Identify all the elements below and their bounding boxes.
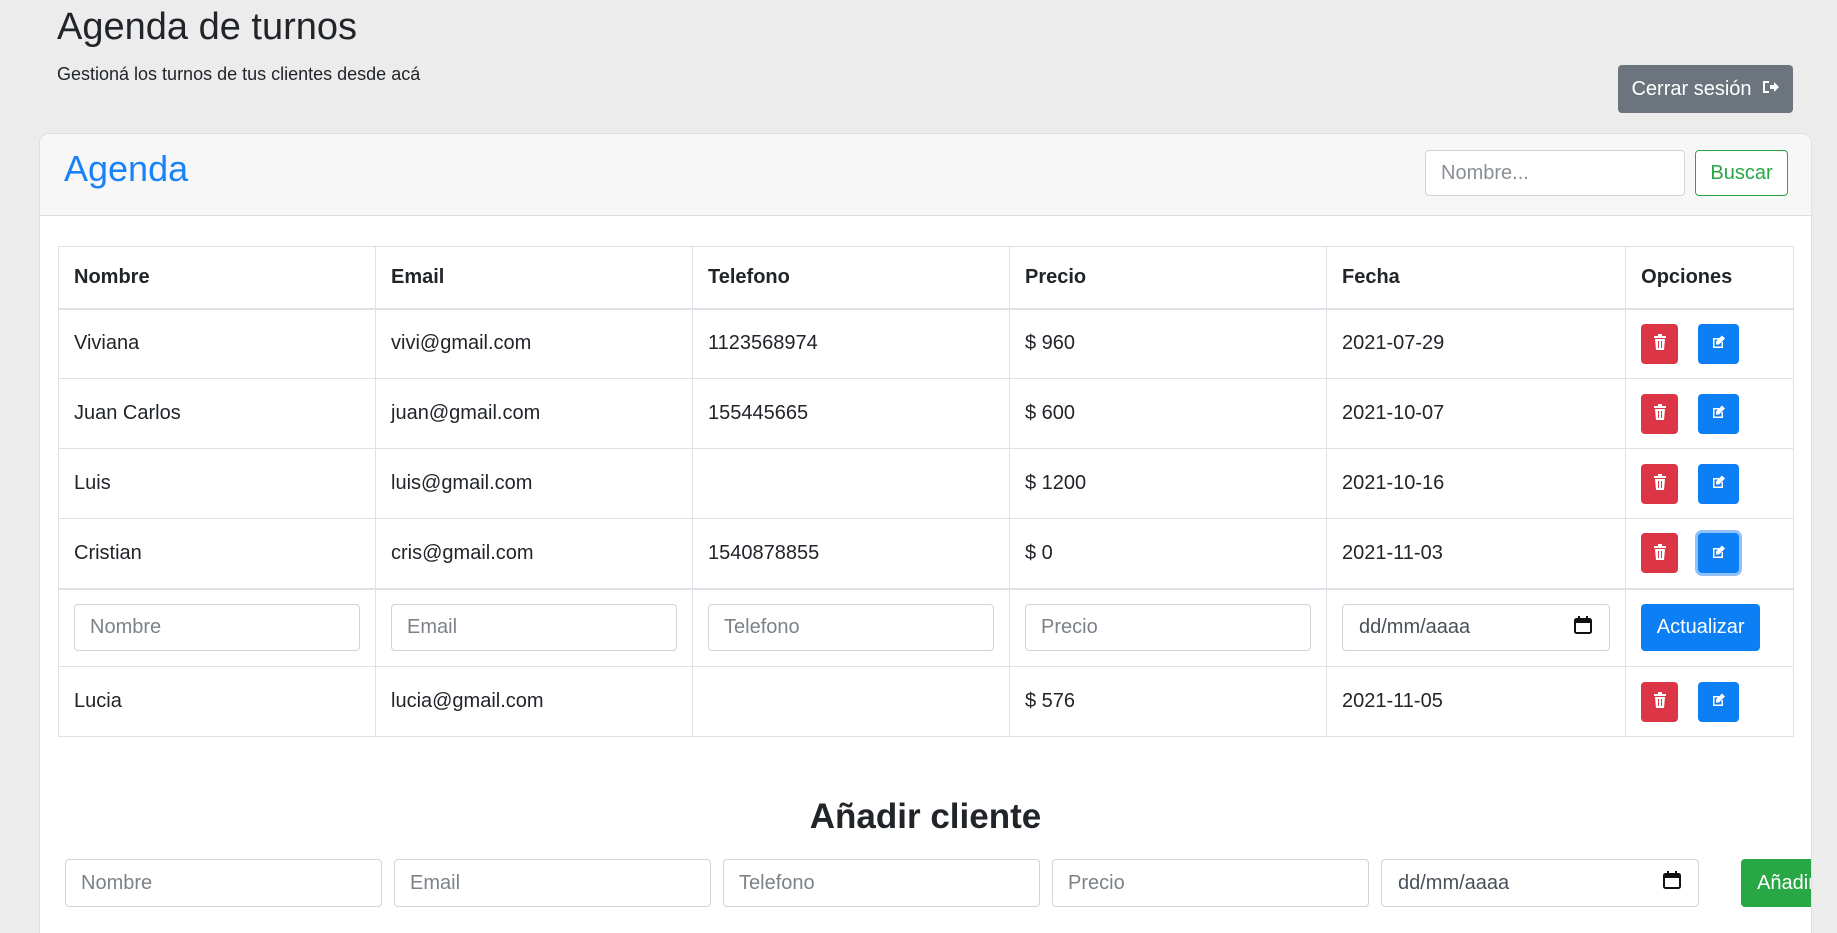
edit-icon [1711,334,1727,353]
add-client-title: Añadir cliente [809,797,1042,836]
add-precio-input[interactable] [1052,859,1369,907]
edit-row: dd/mm/aaaa Actualizar [58,587,1794,667]
column-header-precio: Precio [1009,246,1327,310]
cell-opciones [1625,448,1794,519]
delete-button[interactable] [1641,681,1679,722]
edit-cell-nombre [58,587,376,667]
table-row: Lucia lucia@gmail.com $ 576 2021-11-05 [58,666,1794,737]
cell-precio: $ 600 [1009,378,1327,449]
add-nombre-input[interactable] [65,859,382,907]
edit-icon [1711,692,1727,711]
cell-precio: $ 1200 [1009,448,1327,519]
edit-icon [1711,404,1727,423]
cell-nombre: Juan Carlos [58,378,376,449]
edit-button[interactable] [1698,463,1740,504]
cell-nombre: Luis [58,448,376,519]
column-header-fecha: Fecha [1325,246,1627,310]
search-input[interactable] [1425,150,1685,196]
delete-button[interactable] [1641,533,1679,574]
cell-email: luis@gmail.com [375,448,693,519]
edit-cell-telefono [692,587,1010,667]
cell-fecha: 2021-11-03 [1325,518,1627,589]
cell-email: vivi@gmail.com [375,308,693,379]
cell-precio: $ 576 [1009,666,1327,737]
cell-telefono [692,666,1010,737]
column-header-telefono: Telefono [692,246,1010,310]
table-row: Cristian cris@gmail.com 1540878855 $ 0 2… [58,518,1794,589]
edit-cell-email [375,587,693,667]
cell-email: juan@gmail.com [375,378,693,449]
card-header: Agenda Buscar [40,134,1811,216]
card-title: Agenda [64,148,189,189]
cell-telefono: 1123568974 [692,308,1010,379]
cell-precio: $ 960 [1009,308,1327,379]
edit-cell-fecha: dd/mm/aaaa [1325,587,1627,667]
cell-email: cris@gmail.com [375,518,693,589]
cell-opciones [1625,518,1794,589]
edit-icon [1711,474,1727,493]
delete-button[interactable] [1641,463,1679,504]
table-row: Viviana vivi@gmail.com 1123568974 $ 960 … [58,308,1794,379]
date-placeholder: dd/mm/aaaa [1398,871,1510,894]
column-header-email: Email [375,246,693,310]
agenda-table: Nombre Email Telefono Precio Fecha Opcio… [58,246,1794,737]
calendar-icon[interactable] [1662,870,1682,896]
edit-icon [1711,544,1727,563]
edit-button[interactable] [1698,393,1740,434]
cell-telefono: 1540878855 [692,518,1010,589]
table-row: Luis luis@gmail.com $ 1200 2021-10-16 [58,448,1794,519]
edit-button[interactable] [1698,533,1740,574]
cell-fecha: 2021-11-05 [1325,666,1627,737]
agenda-card: Agenda Buscar Nombre Email Telefono Prec… [39,133,1812,933]
trash-icon [1653,474,1667,493]
edit-date-input[interactable]: dd/mm/aaaa [1342,604,1611,652]
add-email-input[interactable] [394,859,711,907]
edit-cell-precio [1009,587,1327,667]
add-telefono-input[interactable] [723,859,1040,907]
cell-email: lucia@gmail.com [375,666,693,737]
edit-email-input[interactable] [391,604,677,652]
trash-icon [1653,692,1667,711]
trash-icon [1653,543,1667,563]
logout-button[interactable]: Cerrar sesión [1618,65,1793,113]
page-title: Agenda de turnos [57,6,358,48]
edit-telefono-input[interactable] [708,604,994,652]
cell-opciones [1625,308,1794,379]
edit-precio-input[interactable] [1025,604,1311,652]
cell-telefono [692,448,1010,519]
column-header-opciones: Opciones [1625,246,1794,310]
cell-precio: $ 0 [1009,518,1327,589]
cell-fecha: 2021-10-16 [1325,448,1627,519]
edit-cell-opciones: Actualizar [1625,587,1794,667]
sign-out-icon [1762,78,1780,101]
cell-fecha: 2021-07-29 [1325,308,1627,379]
cell-opciones [1625,378,1794,449]
logout-label: Cerrar sesión [1631,77,1752,100]
add-date-input[interactable]: dd/mm/aaaa [1381,859,1699,907]
edit-nombre-input[interactable] [74,604,360,652]
calendar-icon[interactable] [1573,615,1593,641]
delete-button[interactable] [1641,323,1679,364]
search-button[interactable]: Buscar [1695,150,1788,196]
trash-icon [1653,404,1667,423]
cell-nombre: Cristian [58,518,376,589]
edit-button[interactable] [1698,323,1740,364]
edit-button[interactable] [1698,681,1740,722]
table-header-row: Nombre Email Telefono Precio Fecha Opcio… [58,246,1794,310]
add-button[interactable]: Añadir [1741,859,1811,907]
cell-opciones [1625,666,1794,737]
cell-nombre: Lucia [58,666,376,737]
page-subtitle: Gestioná los turnos de tus clientes desd… [57,64,421,84]
table-row: Juan Carlos juan@gmail.com 155445665 $ 6… [58,378,1794,449]
date-placeholder: dd/mm/aaaa [1359,616,1471,639]
cell-fecha: 2021-10-07 [1325,378,1627,449]
column-header-nombre: Nombre [58,246,376,310]
update-button[interactable]: Actualizar [1641,604,1761,652]
delete-button[interactable] [1641,393,1679,434]
cell-telefono: 155445665 [692,378,1010,449]
cell-nombre: Viviana [58,308,376,379]
trash-icon [1653,334,1667,353]
